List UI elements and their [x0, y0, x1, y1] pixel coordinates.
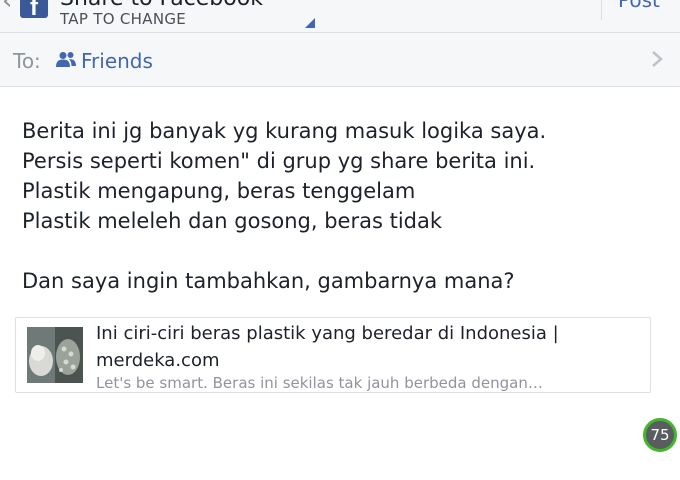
post-line: Plastik mengapung, beras tenggelam: [22, 179, 416, 203]
audience-value[interactable]: Friends: [81, 49, 153, 73]
to-label: To:: [13, 49, 41, 73]
link-thumbnail: [27, 327, 83, 383]
audience-selector[interactable]: To: Friends: [0, 33, 680, 87]
header-divider: [601, 0, 602, 20]
post-line: Persis seperti komen" di grup yg share b…: [22, 149, 536, 173]
post-text-area[interactable]: Berita ini jg banyak yg kurang masuk log…: [22, 116, 662, 296]
post-line: Berita ini jg banyak yg kurang masuk log…: [22, 119, 547, 143]
link-preview-card[interactable]: Ini ciri-ciri beras plastik yang beredar…: [15, 317, 651, 393]
post-line: Dan saya ingin tambahkan, gambarnya mana…: [22, 269, 515, 293]
post-button[interactable]: Post: [618, 0, 660, 12]
chevron-left-icon[interactable]: ‹: [2, 0, 12, 16]
link-description: Let's be smart. Beras ini sekilas tak ja…: [96, 374, 543, 392]
dropdown-corner-icon: [305, 18, 315, 28]
share-header: ‹ f Share to Facebook TAP TO CHANGE Post: [0, 0, 680, 33]
character-count-badge: 75: [643, 418, 677, 452]
link-title: Ini ciri-ciri beras plastik yang beredar…: [96, 323, 559, 371]
chevron-right-icon[interactable]: [648, 49, 666, 69]
friends-icon: [56, 52, 76, 67]
facebook-logo-icon: f: [20, 0, 48, 18]
tap-to-change-label[interactable]: TAP TO CHANGE: [60, 10, 186, 28]
post-line: Plastik meleleh dan gosong, beras tidak: [22, 209, 443, 233]
